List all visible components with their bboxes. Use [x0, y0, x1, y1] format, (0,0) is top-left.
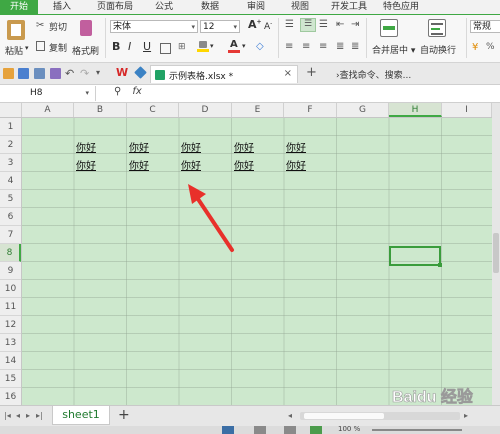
reading-mode-icon[interactable]	[310, 426, 322, 434]
normal-view-icon[interactable]	[222, 426, 234, 434]
first-sheet-icon[interactable]: |◂	[4, 411, 11, 420]
zoom-level[interactable]: 100 %	[338, 425, 360, 433]
baidu-watermark-icon: Baidu 经验	[392, 387, 474, 407]
status-bar: 100 %	[0, 425, 500, 434]
scroll-left-icon[interactable]: ◂	[288, 411, 292, 420]
annotation-arrow-icon	[188, 184, 234, 252]
vertical-scrollbar[interactable]	[492, 103, 500, 405]
svg-text:Baidu 经验: Baidu 经验	[392, 387, 474, 406]
prev-sheet-icon[interactable]: ◂	[16, 411, 20, 420]
vertical-scrollbar-thumb[interactable]	[493, 233, 499, 273]
sheet-tab[interactable]: sheet1	[52, 406, 110, 425]
add-sheet-button[interactable]: +	[118, 407, 130, 423]
horizontal-scrollbar[interactable]	[300, 412, 460, 420]
zoom-slider[interactable]	[372, 429, 462, 431]
page-break-view-icon[interactable]	[284, 426, 296, 434]
last-sheet-icon[interactable]: ▸|	[36, 411, 43, 420]
horizontal-scrollbar-thumb[interactable]	[304, 413, 384, 419]
next-sheet-icon[interactable]: ▸	[26, 411, 30, 420]
page-layout-view-icon[interactable]	[254, 426, 266, 434]
scroll-right-icon[interactable]: ▸	[464, 411, 468, 420]
